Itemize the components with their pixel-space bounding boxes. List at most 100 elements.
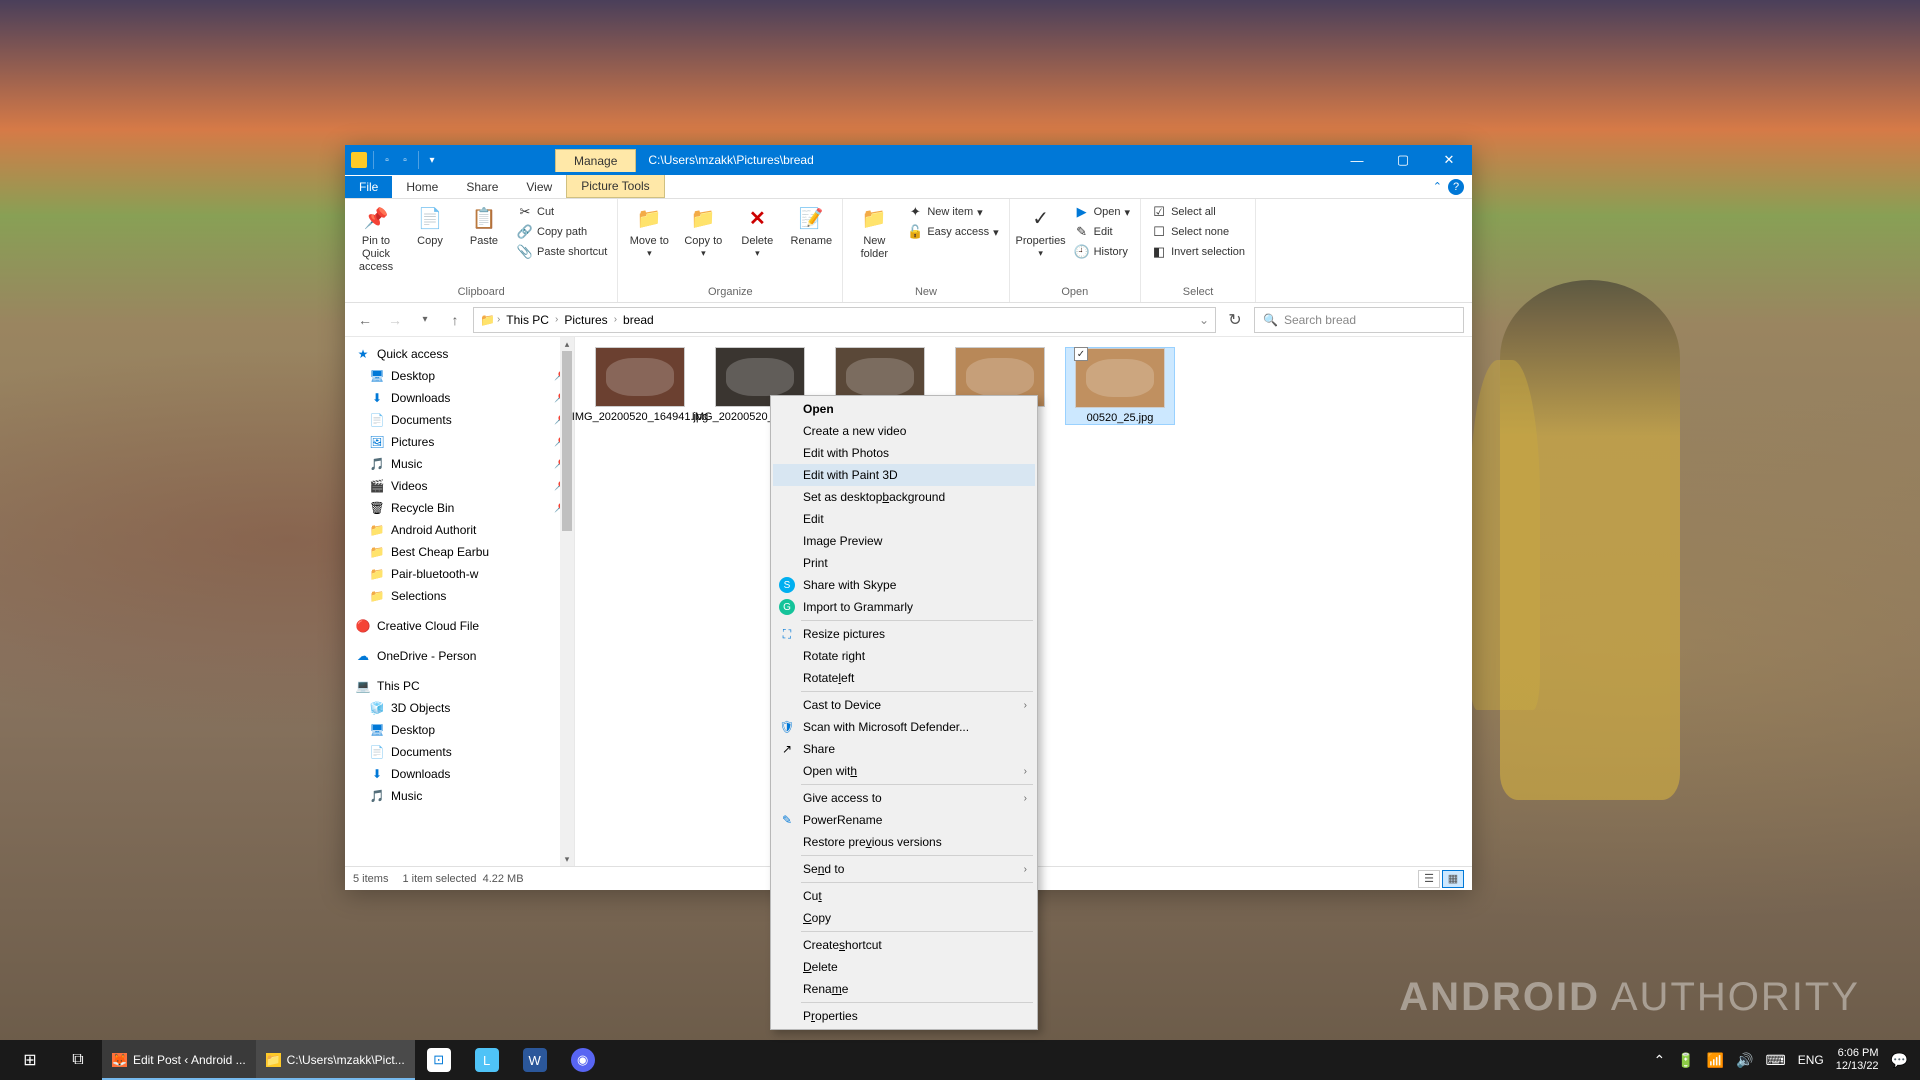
search-input[interactable]: 🔍 Search bread bbox=[1254, 307, 1464, 333]
thumbnails-view-button[interactable]: ▦ bbox=[1442, 870, 1464, 888]
open-button[interactable]: ▶Open ▾ bbox=[1070, 203, 1134, 221]
scroll-up[interactable]: ▴ bbox=[560, 337, 574, 351]
cm-cut[interactable]: Cut bbox=[773, 885, 1035, 907]
cm-print[interactable]: Print bbox=[773, 552, 1035, 574]
sidebar-item-desktop2[interactable]: 🖥Desktop bbox=[345, 719, 574, 741]
tab-file[interactable]: File bbox=[345, 176, 392, 198]
new-folder-button[interactable]: 📁New folder bbox=[849, 203, 899, 286]
ribbon-collapse-icon[interactable]: ⌃ bbox=[1433, 180, 1442, 193]
cm-rotate-right[interactable]: Rotate right bbox=[773, 645, 1035, 667]
sidebar-item[interactable]: 📁Best Cheap Earbu bbox=[345, 541, 574, 563]
maximize-button[interactable]: ▢ bbox=[1380, 145, 1426, 175]
sidebar-item-music[interactable]: 🎵Music📍 bbox=[345, 453, 574, 475]
cm-send-to[interactable]: Send to› bbox=[773, 858, 1035, 880]
file-item-selected[interactable]: ✓ 00520_25.jpg bbox=[1065, 347, 1175, 425]
manage-tab[interactable]: Manage bbox=[555, 149, 636, 172]
taskbar-app[interactable]: L bbox=[463, 1040, 511, 1080]
battery-icon[interactable]: 🔋 bbox=[1677, 1052, 1694, 1069]
forward-button[interactable]: → bbox=[383, 308, 407, 332]
cm-powerrename[interactable]: ✎PowerRename bbox=[773, 809, 1035, 831]
taskbar-word[interactable]: W bbox=[511, 1040, 559, 1080]
copy-path-button[interactable]: 🔗Copy path bbox=[513, 223, 611, 241]
cm-image-preview[interactable]: Image Preview bbox=[773, 530, 1035, 552]
cm-properties[interactable]: Properties bbox=[773, 1005, 1035, 1027]
sidebar-item-desktop[interactable]: 🖥Desktop📍 bbox=[345, 365, 574, 387]
sidebar-this-pc[interactable]: 💻This PC bbox=[345, 675, 574, 697]
titlebar[interactable]: ▫ ▫ ▾ Manage C:\Users\mzakk\Pictures\bre… bbox=[345, 145, 1472, 175]
breadcrumb-seg[interactable]: This PC bbox=[502, 311, 553, 329]
sidebar-item-documents2[interactable]: 📄Documents bbox=[345, 741, 574, 763]
cm-defender[interactable]: 🛡Scan with Microsoft Defender... bbox=[773, 716, 1035, 738]
breadcrumb-seg[interactable]: Pictures bbox=[560, 311, 611, 329]
cut-button[interactable]: ✂Cut bbox=[513, 203, 611, 221]
clock[interactable]: 6:06 PM 12/13/22 bbox=[1836, 1047, 1879, 1073]
pin-quick-access-button[interactable]: 📌Pin to Quick access bbox=[351, 203, 401, 286]
keyboard-icon[interactable]: ⌨ bbox=[1766, 1052, 1786, 1069]
tab-share[interactable]: Share bbox=[452, 176, 512, 198]
cm-edit-photos[interactable]: Edit with Photos bbox=[773, 442, 1035, 464]
sidebar-quick-access[interactable]: ★Quick access bbox=[345, 343, 574, 365]
sidebar-item[interactable]: 📁Pair-bluetooth-w bbox=[345, 563, 574, 585]
sidebar-item-videos[interactable]: 🎬Videos📍 bbox=[345, 475, 574, 497]
select-none-button[interactable]: ☐Select none bbox=[1147, 223, 1249, 241]
close-button[interactable]: ✕ bbox=[1426, 145, 1472, 175]
rename-button[interactable]: 📝Rename bbox=[786, 203, 836, 286]
sidebar-onedrive[interactable]: ☁OneDrive - Person bbox=[345, 645, 574, 667]
file-item[interactable]: IMG_20200520_164941.jpg bbox=[585, 347, 695, 425]
up-button[interactable]: ↑ bbox=[443, 308, 467, 332]
tray-chevron-icon[interactable]: ⌃ bbox=[1653, 1052, 1665, 1069]
tab-picture-tools[interactable]: Picture Tools bbox=[566, 175, 664, 198]
cm-edit[interactable]: Edit bbox=[773, 508, 1035, 530]
volume-icon[interactable]: 🔊 bbox=[1736, 1052, 1753, 1069]
minimize-button[interactable]: — bbox=[1334, 145, 1380, 175]
help-icon[interactable]: ? bbox=[1448, 179, 1464, 195]
task-view-button[interactable]: ⧉ bbox=[54, 1040, 102, 1080]
qat-dropdown[interactable]: ▾ bbox=[425, 153, 439, 167]
cm-new-video[interactable]: Create a new video bbox=[773, 420, 1035, 442]
cm-copy[interactable]: Copy bbox=[773, 907, 1035, 929]
breadcrumb[interactable]: 📁 › This PC › Pictures › bread ⌄ bbox=[473, 307, 1216, 333]
cm-rename[interactable]: Rename bbox=[773, 978, 1035, 1000]
cm-open[interactable]: Open bbox=[773, 398, 1035, 420]
recent-dropdown[interactable]: ▾ bbox=[413, 308, 437, 332]
taskbar-app[interactable]: ⊡ bbox=[415, 1040, 463, 1080]
sidebar-item-recycle[interactable]: 🗑Recycle Bin📍 bbox=[345, 497, 574, 519]
tab-view[interactable]: View bbox=[512, 176, 566, 198]
qat-item[interactable]: ▫ bbox=[380, 153, 394, 167]
invert-selection-button[interactable]: ◧Invert selection bbox=[1147, 243, 1249, 261]
cm-share[interactable]: ↗Share bbox=[773, 738, 1035, 760]
sidebar-item-downloads2[interactable]: ⬇Downloads bbox=[345, 763, 574, 785]
cm-edit-paint3d[interactable]: Edit with Paint 3D bbox=[773, 464, 1035, 486]
breadcrumb-dropdown[interactable]: ⌄ bbox=[1199, 313, 1209, 327]
cm-skype[interactable]: SShare with Skype bbox=[773, 574, 1035, 596]
cm-resize[interactable]: ⛶Resize pictures bbox=[773, 623, 1035, 645]
action-center-icon[interactable]: 💬 bbox=[1891, 1052, 1908, 1069]
copy-button[interactable]: 📄Copy bbox=[405, 203, 455, 286]
easy-access-button[interactable]: 🔓Easy access ▾ bbox=[903, 223, 1002, 241]
paste-shortcut-button[interactable]: 📎Paste shortcut bbox=[513, 243, 611, 261]
cm-delete[interactable]: Delete bbox=[773, 956, 1035, 978]
cm-grammarly[interactable]: GImport to Grammarly bbox=[773, 596, 1035, 618]
history-button[interactable]: 🕘History bbox=[1070, 243, 1134, 261]
cm-restore[interactable]: Restore previous versions bbox=[773, 831, 1035, 853]
details-view-button[interactable]: ☰ bbox=[1418, 870, 1440, 888]
paste-button[interactable]: 📋Paste bbox=[459, 203, 509, 286]
copy-to-button[interactable]: 📁Copy to▾ bbox=[678, 203, 728, 286]
cm-create-shortcut[interactable]: Create shortcut bbox=[773, 934, 1035, 956]
cm-set-background[interactable]: Set as desktop background bbox=[773, 486, 1035, 508]
sidebar-item[interactable]: 📁Selections bbox=[345, 585, 574, 607]
breadcrumb-seg[interactable]: bread bbox=[619, 311, 658, 329]
cm-give-access[interactable]: Give access to› bbox=[773, 787, 1035, 809]
taskbar-discord[interactable]: ◉ bbox=[559, 1040, 607, 1080]
scroll-down[interactable]: ▾ bbox=[560, 852, 574, 866]
sidebar-item-pictures[interactable]: 🖼Pictures📍 bbox=[345, 431, 574, 453]
properties-button[interactable]: ✓Properties▾ bbox=[1016, 203, 1066, 286]
language-indicator[interactable]: ENG bbox=[1798, 1053, 1824, 1067]
sidebar-creative-cloud[interactable]: 🔴Creative Cloud File bbox=[345, 615, 574, 637]
navigation-pane[interactable]: ★Quick access 🖥Desktop📍 ⬇Downloads📍 📄Doc… bbox=[345, 337, 575, 866]
sidebar-item-documents[interactable]: 📄Documents📍 bbox=[345, 409, 574, 431]
delete-button[interactable]: ✕Delete▾ bbox=[732, 203, 782, 286]
cm-open-with[interactable]: Open with› bbox=[773, 760, 1035, 782]
cm-cast[interactable]: Cast to Device› bbox=[773, 694, 1035, 716]
start-button[interactable]: ⊞ bbox=[6, 1040, 54, 1080]
